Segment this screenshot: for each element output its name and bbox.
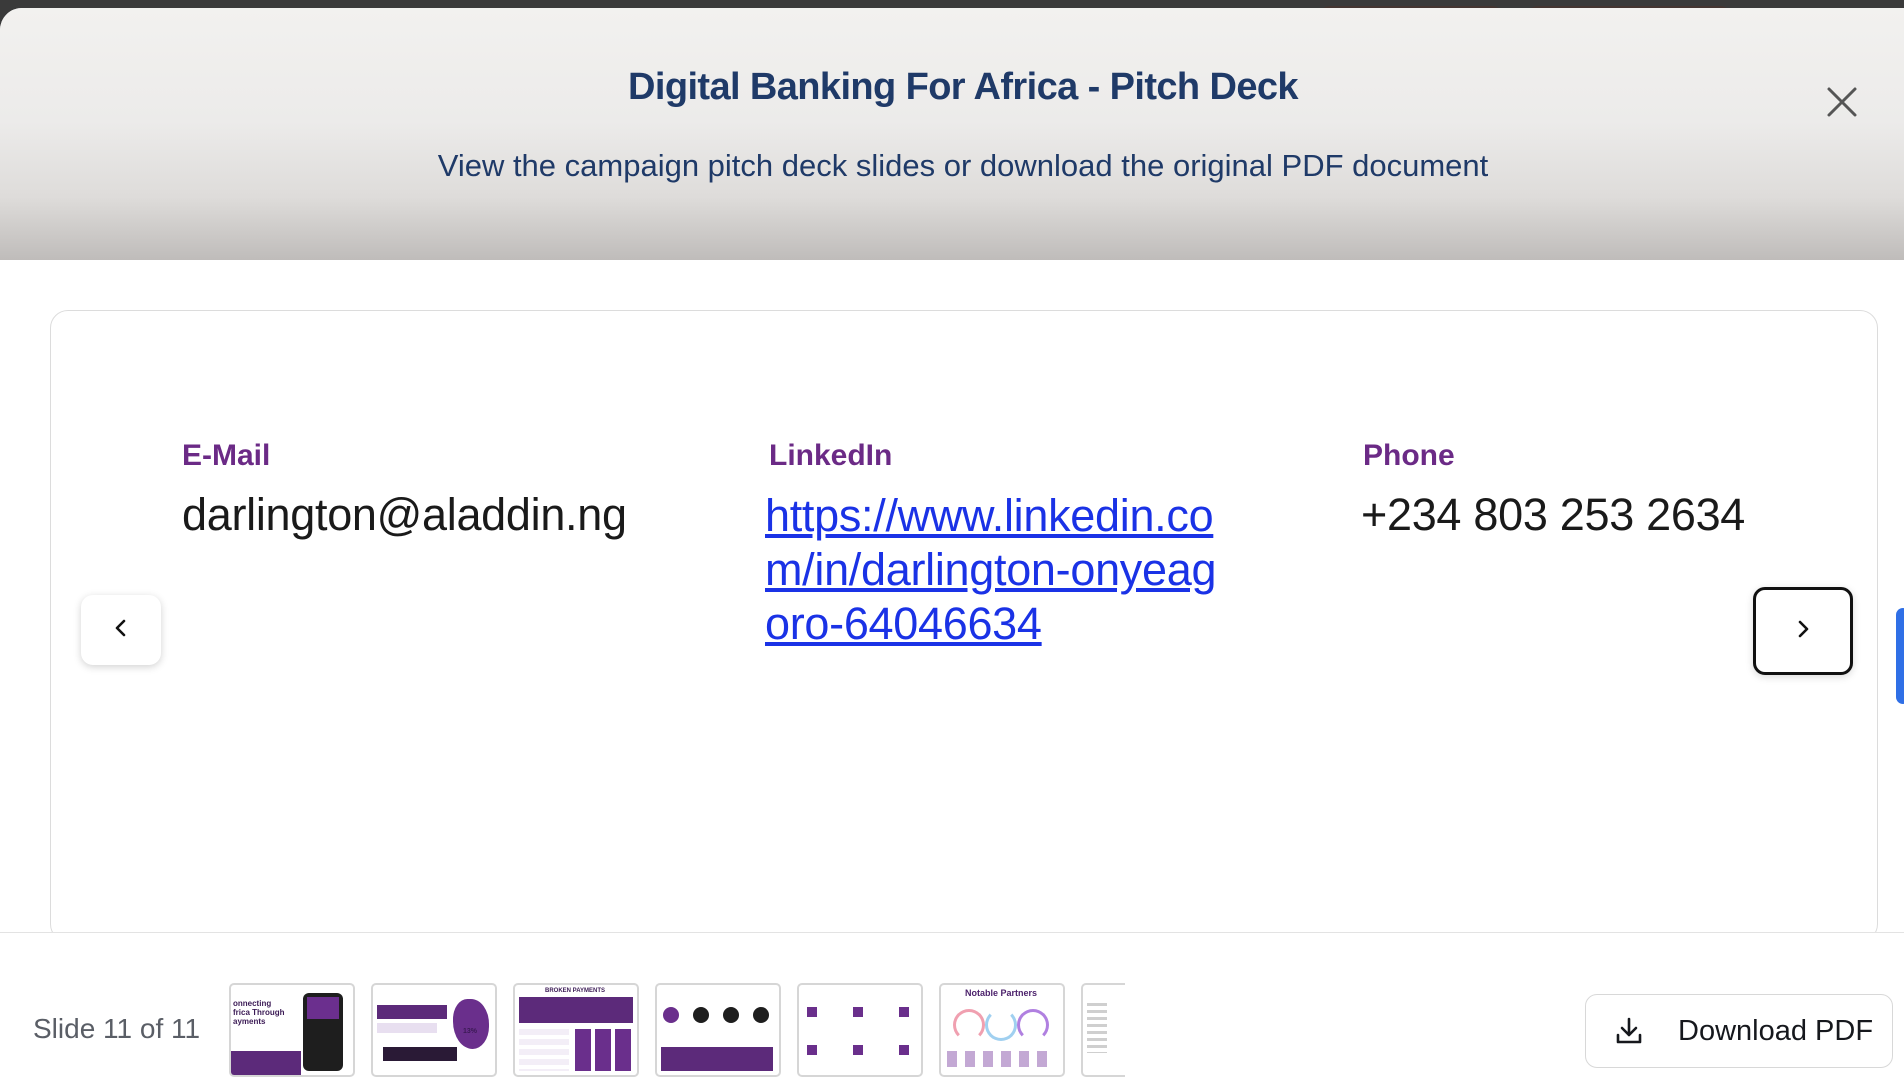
slide-viewer: E-Mail darlington@aladdin.ng LinkedIn ht… — [50, 310, 1878, 942]
slide-thumbnail-4[interactable] — [655, 983, 781, 1077]
download-icon — [1614, 1016, 1644, 1046]
modal-header: Digital Banking For Africa - Pitch Deck … — [0, 8, 1904, 260]
slide-thumbnail-3[interactable]: BROKEN PAYMENTS — [513, 983, 639, 1077]
close-icon — [1825, 85, 1859, 119]
scroll-indicator — [1896, 608, 1904, 704]
linkedin-link[interactable]: https://www.linkedin.com/in/darlington-o… — [765, 489, 1235, 651]
chevron-left-icon — [111, 618, 131, 643]
slide-thumbnail-7[interactable] — [1081, 983, 1125, 1077]
chevron-right-icon — [1793, 619, 1813, 644]
next-slide-button[interactable] — [1753, 587, 1853, 675]
slide-thumbnail-2[interactable]: 13% — [371, 983, 497, 1077]
slide-thumbnail-1[interactable]: onnecting frica Through ayments — [229, 983, 355, 1077]
download-pdf-button[interactable]: Download PDF — [1585, 994, 1893, 1068]
modal-subtitle: View the campaign pitch deck slides or d… — [437, 148, 1489, 183]
modal-title: Digital Banking For Africa - Pitch Deck — [628, 66, 1298, 108]
download-pdf-label: Download PDF — [1678, 1014, 1874, 1047]
phone-label: Phone — [1363, 439, 1455, 472]
thumbnail-text: Notable Partners — [965, 988, 1038, 998]
previous-slide-button[interactable] — [81, 595, 161, 665]
thumbnail-text: onnecting frica Through ayments — [233, 999, 285, 1026]
thumbnail-text: 13% — [463, 1028, 478, 1035]
thumbnail-strip: onnecting frica Through ayments 13% BROK… — [229, 983, 1125, 1079]
slide-thumbnail-5[interactable] — [797, 983, 923, 1077]
email-label: E-Mail — [182, 439, 271, 472]
pitch-deck-modal: Digital Banking For Africa - Pitch Deck … — [0, 8, 1904, 1084]
slide-thumbnail-6[interactable]: Notable Partners — [939, 983, 1065, 1077]
linkedin-label: LinkedIn — [769, 439, 893, 472]
close-button[interactable] — [1818, 78, 1866, 126]
email-value: darlington@aladdin.ng — [182, 489, 627, 540]
phone-value: +234 803 253 2634 — [1361, 489, 1746, 540]
modal-footer: Slide 11 of 11 onnecting frica Through a… — [0, 932, 1904, 1084]
slide-counter: Slide 11 of 11 — [33, 1013, 201, 1044]
thumbnail-text: BROKEN PAYMENTS — [545, 988, 606, 994]
